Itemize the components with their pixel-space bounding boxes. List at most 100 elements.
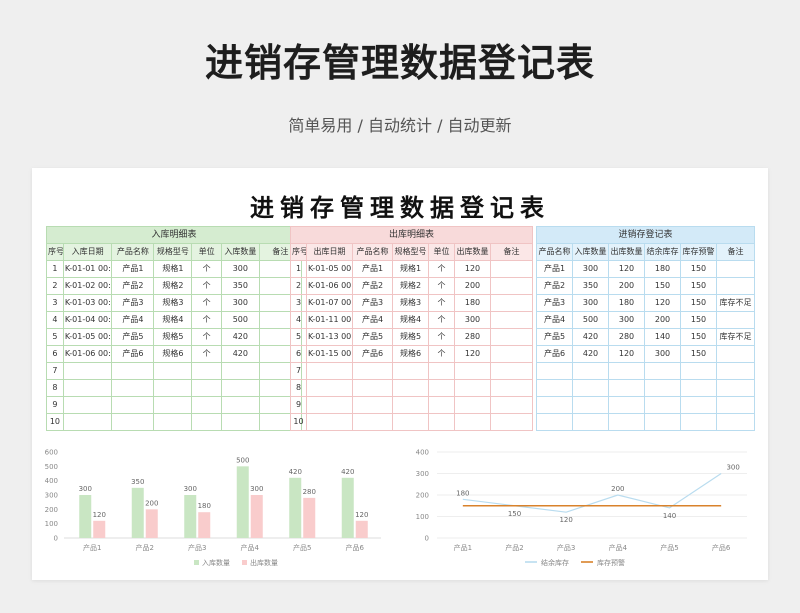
- table-cell[interactable]: [191, 379, 222, 397]
- table-cell[interactable]: 规格5: [392, 328, 429, 346]
- table-cell[interactable]: 150: [680, 277, 717, 295]
- table-cell[interactable]: 150: [644, 277, 681, 295]
- table-cell[interactable]: 8: [46, 379, 64, 397]
- table-cell[interactable]: 9: [46, 396, 64, 414]
- table-cell[interactable]: 120: [608, 345, 645, 363]
- table-cell[interactable]: 产品5: [111, 328, 155, 346]
- table-cell[interactable]: 300: [572, 294, 609, 312]
- table-cell[interactable]: 500: [572, 311, 609, 329]
- table-cell[interactable]: [536, 396, 573, 414]
- table-cell[interactable]: 3: [46, 294, 64, 312]
- table-cell[interactable]: 8: [290, 379, 307, 397]
- table-cell[interactable]: [608, 413, 645, 431]
- table-cell[interactable]: 120: [608, 260, 645, 278]
- table-cell[interactable]: [608, 379, 645, 397]
- table-cell[interactable]: 200: [454, 277, 491, 295]
- table-cell[interactable]: 规格1: [153, 260, 193, 278]
- table-cell[interactable]: [220, 396, 260, 414]
- table-cell[interactable]: 280: [608, 328, 645, 346]
- table-cell[interactable]: 个: [191, 277, 222, 295]
- table-cell[interactable]: 2: [46, 277, 64, 295]
- table-cell[interactable]: [715, 345, 756, 363]
- table-cell[interactable]: 150: [680, 345, 717, 363]
- table-cell[interactable]: 个: [191, 260, 222, 278]
- table-cell[interactable]: [715, 260, 756, 278]
- table-cell[interactable]: K-01-01 00:0: [62, 260, 113, 278]
- table-cell[interactable]: K-01-02 00:0: [62, 277, 113, 295]
- table-cell[interactable]: 产品2: [111, 277, 155, 295]
- table-cell[interactable]: [644, 396, 681, 414]
- table-cell[interactable]: 个: [428, 311, 455, 329]
- table-cell[interactable]: 产品3: [111, 294, 155, 312]
- table-cell[interactable]: 180: [454, 294, 491, 312]
- table-cell[interactable]: [715, 277, 756, 295]
- table-cell[interactable]: 产品4: [111, 311, 155, 329]
- table-cell[interactable]: [490, 379, 533, 397]
- table-cell[interactable]: K-01-05 00:0: [306, 260, 353, 278]
- table-cell[interactable]: [715, 413, 756, 431]
- table-cell[interactable]: [715, 379, 756, 397]
- table-cell[interactable]: 5: [290, 328, 307, 346]
- table-cell[interactable]: 规格6: [153, 345, 193, 363]
- table-cell[interactable]: [428, 413, 455, 431]
- table-cell[interactable]: [62, 413, 113, 431]
- table-cell[interactable]: 产品6: [536, 345, 573, 363]
- table-cell[interactable]: [428, 379, 455, 397]
- table-cell[interactable]: 350: [220, 277, 260, 295]
- table-cell[interactable]: [191, 396, 222, 414]
- table-cell[interactable]: [454, 396, 491, 414]
- table-cell[interactable]: 规格2: [153, 277, 193, 295]
- table-cell[interactable]: 规格3: [153, 294, 193, 312]
- table-cell[interactable]: [62, 396, 113, 414]
- table-cell[interactable]: 7: [46, 362, 64, 380]
- table-cell[interactable]: [490, 413, 533, 431]
- table-cell[interactable]: [536, 379, 573, 397]
- table-cell[interactable]: [715, 311, 756, 329]
- table-cell[interactable]: [490, 260, 533, 278]
- table-cell[interactable]: 产品3: [536, 294, 573, 312]
- table-cell[interactable]: [306, 379, 353, 397]
- table-cell[interactable]: 300: [454, 311, 491, 329]
- table-cell[interactable]: [191, 413, 222, 431]
- table-cell[interactable]: 产品6: [111, 345, 155, 363]
- table-cell[interactable]: 规格6: [392, 345, 429, 363]
- table-cell[interactable]: 3: [290, 294, 307, 312]
- table-cell[interactable]: 规格4: [392, 311, 429, 329]
- table-cell[interactable]: 个: [191, 311, 222, 329]
- table-cell[interactable]: [536, 362, 573, 380]
- table-cell[interactable]: 350: [572, 277, 609, 295]
- table-cell[interactable]: 库存不足: [715, 294, 756, 312]
- table-cell[interactable]: [680, 413, 717, 431]
- table-cell[interactable]: [490, 328, 533, 346]
- table-cell[interactable]: 产品1: [111, 260, 155, 278]
- table-cell[interactable]: [306, 362, 353, 380]
- table-cell[interactable]: 产品2: [536, 277, 573, 295]
- table-cell[interactable]: 150: [680, 311, 717, 329]
- table-cell[interactable]: 产品6: [352, 345, 393, 363]
- table-cell[interactable]: 6: [290, 345, 307, 363]
- table-cell[interactable]: [62, 379, 113, 397]
- table-cell[interactable]: [644, 413, 681, 431]
- table-cell[interactable]: 300: [572, 260, 609, 278]
- table-cell[interactable]: 库存不足: [715, 328, 756, 346]
- table-cell[interactable]: [191, 362, 222, 380]
- table-cell[interactable]: 5: [46, 328, 64, 346]
- table-cell[interactable]: 个: [428, 260, 455, 278]
- table-cell[interactable]: [490, 311, 533, 329]
- table-cell[interactable]: 420: [572, 328, 609, 346]
- table-cell[interactable]: 9: [290, 396, 307, 414]
- table-cell[interactable]: [153, 413, 193, 431]
- table-cell[interactable]: K-01-07 00:0: [306, 294, 353, 312]
- table-cell[interactable]: 1: [46, 260, 64, 278]
- table-cell[interactable]: K-01-11 00:0: [306, 311, 353, 329]
- table-cell[interactable]: 300: [220, 260, 260, 278]
- table-cell[interactable]: [392, 362, 429, 380]
- table-cell[interactable]: [306, 413, 353, 431]
- table-cell[interactable]: 产品2: [352, 277, 393, 295]
- table-cell[interactable]: 产品1: [536, 260, 573, 278]
- table-cell[interactable]: 7: [290, 362, 307, 380]
- table-cell[interactable]: [490, 345, 533, 363]
- table-cell[interactable]: [111, 413, 155, 431]
- table-cell[interactable]: [572, 379, 609, 397]
- table-cell[interactable]: [111, 362, 155, 380]
